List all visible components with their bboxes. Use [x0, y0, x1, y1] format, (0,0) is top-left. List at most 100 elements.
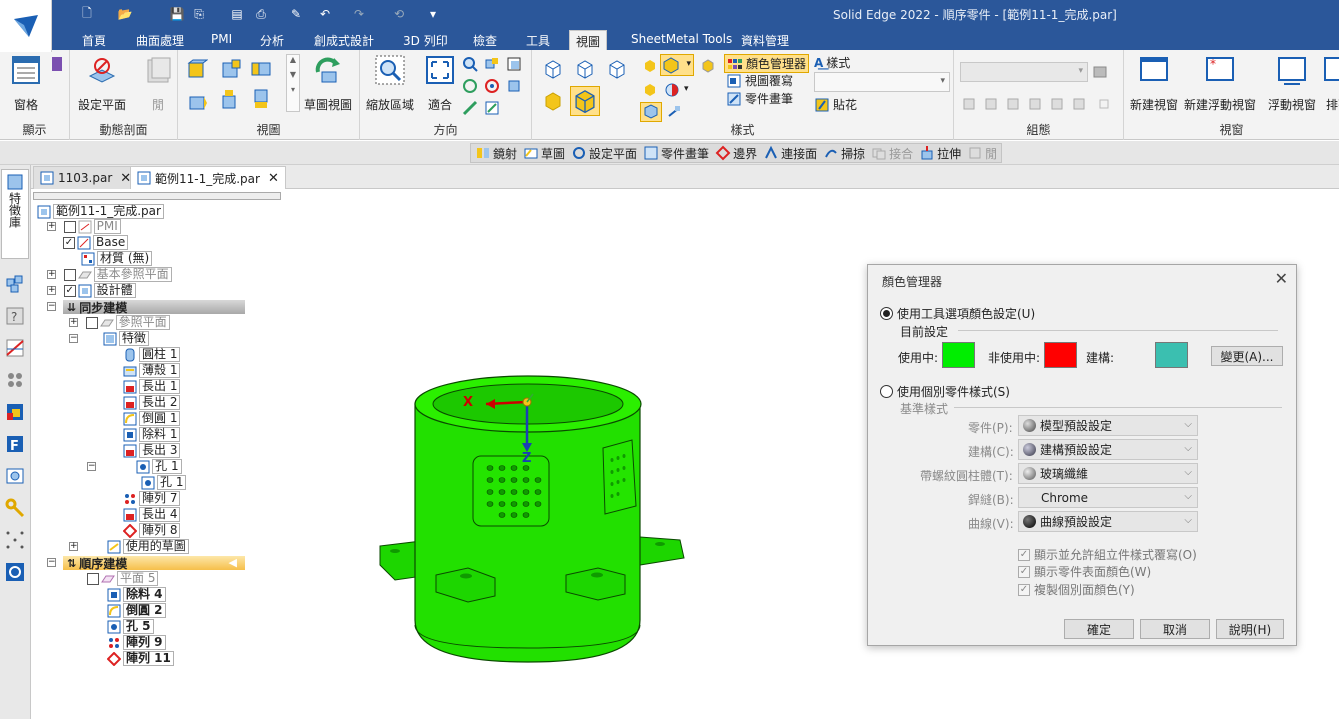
tree-thin-wall[interactable]: 薄殼 1 — [121, 363, 181, 378]
tab-analysis[interactable]: 分析 — [254, 30, 290, 50]
tool-colors-radio[interactable]: 使用工具選項顏色設定(U) — [880, 305, 1035, 322]
tree-extrude-2[interactable]: 長出 2 — [121, 395, 181, 410]
pan-icon[interactable] — [484, 56, 500, 72]
construction-style-select[interactable]: 建構預設設定 ⌵ — [1018, 439, 1198, 460]
connect-face-command[interactable]: 連接面 — [763, 145, 817, 162]
lighting-dropdown-icon[interactable]: ▾ — [684, 84, 689, 94]
close-command[interactable]: 閒 — [967, 145, 997, 162]
floating-window-button[interactable]: 浮動視窗 — [1268, 54, 1316, 113]
collapse-icon[interactable]: − — [87, 462, 96, 471]
copy-face-colors-checkbox[interactable]: ✓ 複製個別面顏色(Y) — [1018, 581, 1135, 598]
tab-3d-print[interactable]: 3D 列印 — [397, 30, 454, 50]
tab-sheetmetal-tools[interactable]: SheetMetal Tools — [625, 30, 738, 50]
tree-ref-planes[interactable]: + 參照平面 — [69, 315, 170, 330]
views-gallery-scroll[interactable]: ▲ ▼ ▾ — [286, 54, 300, 112]
shaded-cube-icon[interactable] — [542, 90, 564, 112]
expand-icon[interactable]: + — [69, 318, 78, 327]
configuration-manager-icon[interactable] — [1092, 64, 1108, 80]
tree-round-2[interactable]: 倒圓 2 — [105, 603, 166, 618]
tree-cut-4[interactable]: 除料 4 — [105, 587, 166, 602]
tree-cylinder[interactable]: 圓柱 1 — [121, 347, 181, 362]
highlight-icon[interactable]: ✎ — [287, 5, 305, 23]
expand-icon[interactable]: + — [47, 270, 56, 279]
open-file-icon[interactable]: 📂 — [116, 5, 134, 23]
zoom-icon[interactable] — [462, 56, 478, 72]
analysis-icon[interactable] — [4, 337, 26, 359]
part-painter-command[interactable]: 零件畫筆 — [643, 145, 709, 162]
tree-pattern-7[interactable]: 陣列 7 — [121, 491, 181, 506]
sensors-icon[interactable] — [4, 465, 26, 487]
settings-icon[interactable] — [4, 561, 26, 583]
tree-hole-1[interactable]: 孔 1 — [139, 475, 187, 490]
view-right-icon[interactable] — [250, 58, 272, 80]
tree-base[interactable]: ✓ Base — [63, 235, 129, 250]
style-select[interactable]: ▾ — [814, 72, 950, 92]
extrude-command[interactable]: 拉伸 — [919, 145, 961, 162]
tree-features[interactable]: − 特徵 — [69, 331, 149, 346]
view-back-icon[interactable] — [250, 88, 272, 110]
tree-used-sketches[interactable]: + 使用的草圖 — [69, 539, 189, 554]
collapse-icon[interactable]: − — [69, 334, 78, 343]
floor-reflection-icon[interactable] — [642, 58, 658, 74]
set-plane-command[interactable]: 設定平面 — [571, 145, 637, 162]
view-style-dropdown[interactable]: ▾ — [660, 54, 694, 76]
tree-extrude-4[interactable]: 長出 4 — [121, 507, 181, 522]
expand-icon[interactable]: + — [69, 542, 78, 551]
shaded-with-edges-button[interactable] — [570, 86, 600, 116]
tool-colors-radio-dot[interactable] — [880, 307, 893, 320]
key-icon[interactable] — [4, 497, 26, 519]
save-as-icon[interactable]: ⎘ — [190, 5, 208, 23]
tree-extrude-3[interactable]: 長出 3 — [121, 443, 181, 458]
rotate-icon[interactable] — [462, 78, 478, 94]
synchronous-header[interactable]: ⇊ 同步建模 — [63, 300, 245, 315]
tree-hole-5[interactable]: 孔 5 — [105, 619, 154, 634]
base-checkbox[interactable]: ✓ — [63, 236, 75, 249]
materials-icon[interactable] — [4, 401, 26, 423]
silhouette-icon[interactable] — [700, 58, 716, 74]
cancel-button[interactable]: 取消 — [1140, 619, 1210, 639]
look-at-face-icon[interactable] — [462, 100, 478, 116]
tree-cut-1[interactable]: 除料 1 — [121, 427, 181, 442]
arrange-button[interactable]: 排列 — [1322, 54, 1339, 113]
part-painter-button[interactable]: 零件畫筆 — [726, 90, 793, 107]
pmi-checkbox[interactable] — [63, 220, 76, 233]
mirror-command[interactable]: 鏡射 — [475, 145, 517, 162]
base-planes-checkbox[interactable] — [63, 268, 76, 281]
close-tab-icon[interactable]: ✕ — [268, 171, 279, 186]
view-override-button[interactable]: 視圖覆寫 — [726, 72, 793, 89]
boundary-command[interactable]: 邊界 — [715, 145, 757, 162]
help-icon[interactable]: ? — [4, 305, 26, 327]
tab-tools[interactable]: 工具 — [520, 30, 556, 50]
lighting-icon[interactable] — [664, 82, 680, 98]
expand-icon[interactable]: + — [47, 222, 56, 231]
repeat-icon[interactable]: ⟲ — [390, 5, 408, 23]
view-left-icon[interactable] — [186, 92, 208, 114]
save-icon[interactable]: 💾 — [168, 5, 186, 23]
tree-extrude-1[interactable]: 長出 1 — [121, 379, 181, 394]
pathfinder-side-tab[interactable]: 特徵庫 — [1, 169, 29, 259]
view-top-icon[interactable] — [186, 58, 208, 80]
checkbox-box[interactable]: ✓ — [1018, 583, 1030, 596]
tab-surfacing[interactable]: 曲面處理 — [130, 30, 190, 50]
shaded-icon[interactable] — [542, 58, 564, 80]
tree-ordered-group[interactable]: − — [47, 555, 56, 570]
fit-button[interactable]: 適合 — [424, 54, 456, 113]
tree-material[interactable]: 材質 (無) — [79, 251, 153, 266]
tab-pmi[interactable]: PMI — [205, 30, 238, 50]
rollback-arrow-icon[interactable]: ◀ — [229, 556, 237, 569]
collapse-icon[interactable]: − — [47, 558, 56, 567]
tree-design-body[interactable]: + ✓ 設計體 — [47, 283, 136, 298]
previous-view-icon[interactable] — [506, 56, 522, 72]
doc-tab-1103[interactable]: 1103.par ✕ — [33, 166, 139, 189]
allow-assembly-override-checkbox[interactable]: ✓ 顯示並允許組立件樣式覆寫(O) — [1018, 546, 1197, 563]
dialog-close-icon[interactable]: ✕ — [1275, 269, 1288, 288]
expand-icon[interactable]: + — [47, 286, 56, 295]
curve-style-select[interactable]: 曲線預設設定 ⌵ — [1018, 511, 1198, 532]
solid-edge-logo[interactable] — [0, 0, 52, 52]
weld-style-select[interactable]: Chrome ⌵ — [1018, 487, 1198, 508]
change-colors-button[interactable]: 變更(A)... — [1211, 346, 1283, 366]
print-icon[interactable]: ⎙ — [252, 5, 270, 23]
threaded-cylinder-select[interactable]: 玻璃纖維 ⌵ — [1018, 463, 1198, 484]
tree-pattern-11[interactable]: 陣列 11 — [105, 651, 174, 666]
tree-toolbar[interactable] — [33, 192, 281, 200]
